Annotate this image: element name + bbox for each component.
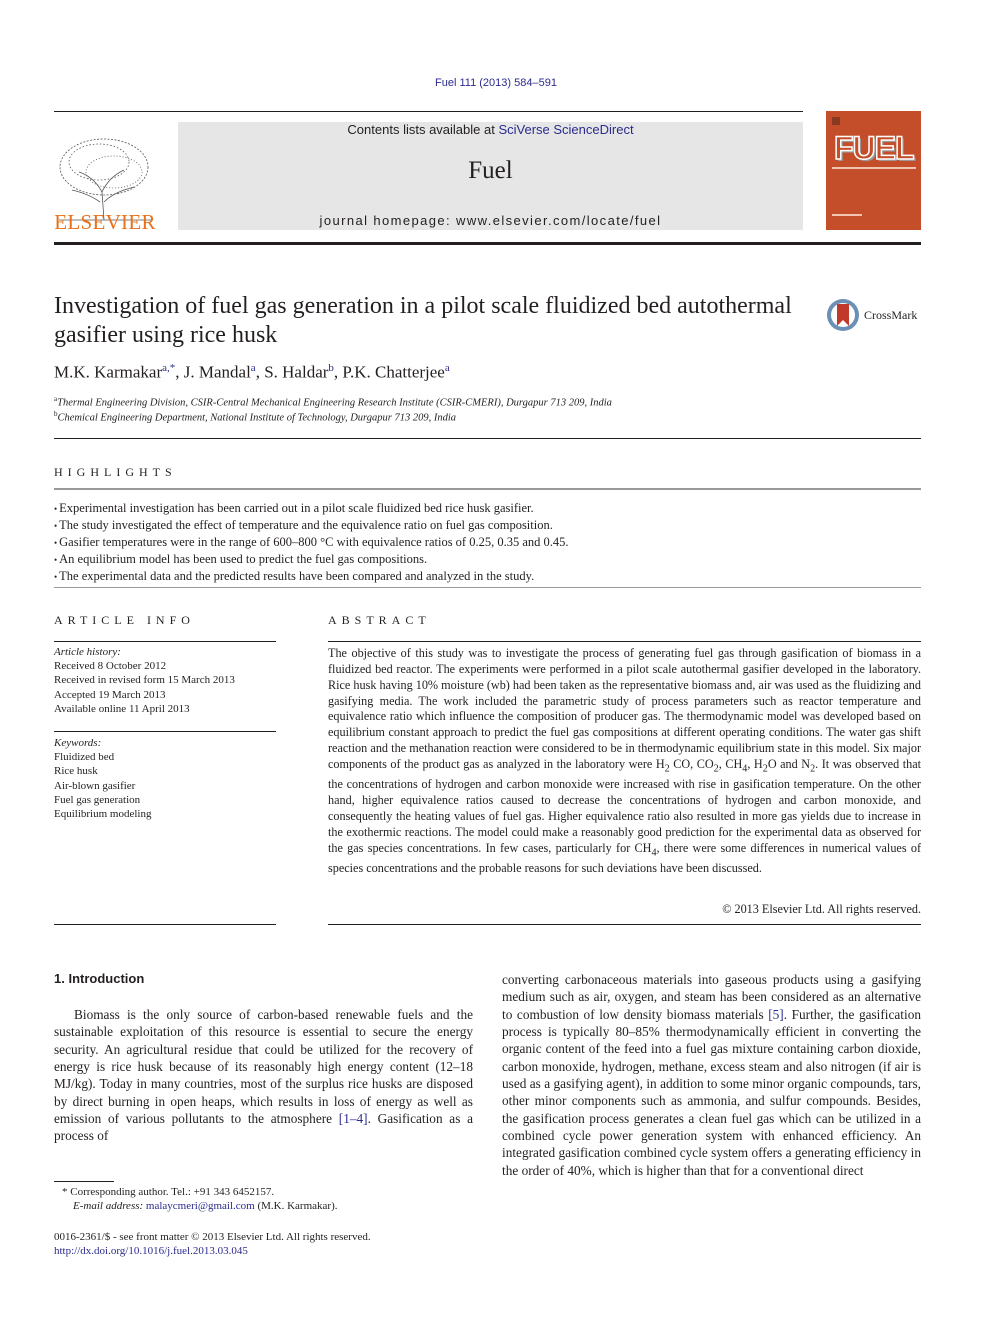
cover-title: FUEL [833,130,915,166]
keyword: Fluidized bed [54,751,115,764]
citation-link[interactable]: [5] [768,1007,784,1022]
citation-link[interactable]: [1–4] [339,1111,368,1126]
affiliation-text: Chemical Engineering Department, Nationa… [57,412,457,424]
keyword: Equilibrium modeling [54,808,152,821]
affiliation: aThermal Engineering Division, CSIR-Cent… [54,395,612,409]
highlights-list: Experimental investigation has been carr… [54,500,921,585]
divider [54,731,276,732]
abstract-copyright: © 2013 Elsevier Ltd. All rights reserved… [722,902,921,916]
keyword: Rice husk [54,765,98,778]
cover-publisher-mark [832,117,840,125]
keyword: Air-blown gasifier [54,779,136,792]
divider [328,924,921,925]
article-title: Investigation of fuel gas generation in … [54,293,792,348]
keyword: Fuel gas generation [54,793,141,806]
body-column-left: Biomass is the only source of carbon-bas… [54,1007,473,1144]
article-history: Article history: Received 8 October 2012… [54,645,276,716]
abstract-text: The objective of this study was to inves… [328,646,922,875]
contents-available-line: Contents lists available at SciVerse Sci… [178,122,803,137]
cover-subtitle-line [832,167,916,169]
email-note: E-mail address: malaycmeri@gmail.com (M.… [73,1200,338,1212]
elsevier-logo-text: ELSEVIER [54,210,156,234]
author[interactable]: M.K. Karmakar [54,363,162,382]
author-affiliation-mark[interactable]: a,* [162,362,175,374]
crossmark-badge[interactable]: CrossMark [826,298,926,334]
crossmark-label: CrossMark [864,308,918,322]
keywords-label: Keywords: [54,737,102,749]
journal-masthead: Contents lists available at SciVerse Sci… [178,122,803,230]
contents-prefix: Contents lists available at [347,122,499,137]
header-thick-rule [54,242,921,245]
corresponding-author-note: * Corresponding author. Tel.: +91 343 64… [62,1186,275,1198]
highlight-item: The study investigated the effect of tem… [54,517,921,534]
section-heading-introduction: 1. Introduction [54,971,145,986]
divider [54,488,921,490]
highlights-heading: HIGHLIGHTS [54,465,177,479]
author-affiliation-mark[interactable]: a [445,362,450,374]
issn-line: 0016-2361/$ - see front matter © 2013 El… [54,1231,371,1243]
highlight-item: Experimental investigation has been carr… [54,500,921,517]
journal-citation-link[interactable]: Fuel 111 (2013) 584–591 [0,77,992,89]
abstract-heading: ABSTRACT [328,613,431,627]
email-suffix: (M.K. Karmakar). [254,1200,338,1212]
author-list: M.K. Karmakara,*, J. Mandala, S. Haldarb… [54,362,450,382]
history-item: Received in revised form 15 March 2013 [54,674,235,687]
highlight-item: The experimental data and the predicted … [54,568,921,585]
header-rule [54,111,803,112]
history-item: Received 8 October 2012 [54,660,167,673]
highlight-item: An equilibrium model has been used to pr… [54,551,921,568]
highlight-item: Gasifier temperatures were in the range … [54,534,921,551]
article-info-heading: ARTICLE INFO [54,613,195,627]
doi-link[interactable]: http://dx.doi.org/10.1016/j.fuel.2013.03… [54,1245,248,1257]
history-item: Accepted 19 March 2013 [54,688,166,701]
cover-footer-line [832,214,862,216]
body-column-right: converting carbonaceous materials into g… [502,972,921,1178]
author[interactable]: S. Haldar [264,363,328,382]
crossmark-icon [827,299,859,331]
author-affiliation-mark[interactable]: b [328,362,334,374]
divider [54,587,921,588]
journal-homepage[interactable]: journal homepage: www.elsevier.com/locat… [178,213,803,228]
footnote-rule [54,1181,114,1182]
divider [54,641,276,642]
divider [328,641,921,642]
author-affiliation-mark[interactable]: a [251,362,256,374]
journal-cover-image[interactable]: FUEL [826,111,921,230]
affiliation: bChemical Engineering Department, Nation… [54,410,456,424]
history-label: Article history: [54,646,121,658]
keywords: Keywords: Fluidized bed Rice husk Air-bl… [54,736,276,821]
email-link[interactable]: malaycmeri@gmail.com [146,1200,255,1212]
divider [54,924,276,925]
divider [54,438,921,439]
journal-name: Fuel [468,157,513,184]
email-label: E-mail address: [73,1200,144,1212]
author[interactable]: P.K. Chatterjee [342,363,444,382]
sciencedirect-link[interactable]: SciVerse ScienceDirect [498,122,633,137]
affiliation-text: Thermal Engineering Division, CSIR-Centr… [57,397,612,409]
history-item: Available online 11 April 2013 [54,702,190,715]
author[interactable]: J. Mandal [184,363,251,382]
